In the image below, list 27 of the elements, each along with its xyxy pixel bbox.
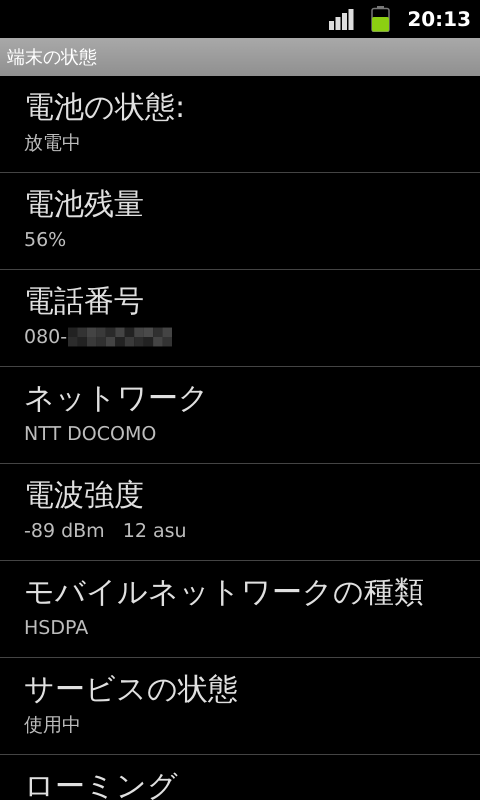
preference-item[interactable]: ネットワーク NTT DOCOMO: [0, 367, 480, 464]
preference-item[interactable]: ローミング: [0, 755, 480, 800]
preference-item[interactable]: 電池の状態: 放電中: [0, 76, 480, 173]
item-title: ローミング: [24, 768, 179, 800]
preference-item[interactable]: 電池残量 56%: [0, 173, 480, 270]
item-summary: 放電中: [24, 131, 81, 155]
item-title: ネットワーク: [24, 380, 210, 418]
preference-item[interactable]: 電話番号 080-: [0, 270, 480, 367]
item-title: 電池残量: [24, 186, 145, 224]
item-summary: 56%: [24, 228, 66, 252]
preference-item[interactable]: 電波強度 -89 dBm 12 asu: [0, 464, 480, 561]
item-summary: HSDPA: [24, 616, 88, 640]
item-summary: NTT DOCOMO: [24, 422, 156, 446]
item-title: 電波強度: [24, 477, 145, 515]
signal-icon: [329, 8, 354, 30]
item-summary: -89 dBm 12 asu: [24, 519, 187, 543]
battery-icon: [371, 6, 390, 32]
preference-item[interactable]: サービスの状態 使用中: [0, 658, 480, 755]
item-title: 電話番号: [24, 283, 145, 321]
item-title: モバイルネットワークの種類: [24, 574, 425, 612]
header-title: 端末の状態: [7, 46, 97, 70]
item-title: サービスの状態: [24, 671, 239, 709]
item-summary: 080-: [24, 325, 68, 349]
clock-time: 20:13: [407, 6, 471, 33]
item-summary: 使用中: [24, 713, 81, 737]
preference-item[interactable]: モバイルネットワークの種類 HSDPA: [0, 561, 480, 658]
item-title: 電池の状態:: [24, 89, 186, 127]
